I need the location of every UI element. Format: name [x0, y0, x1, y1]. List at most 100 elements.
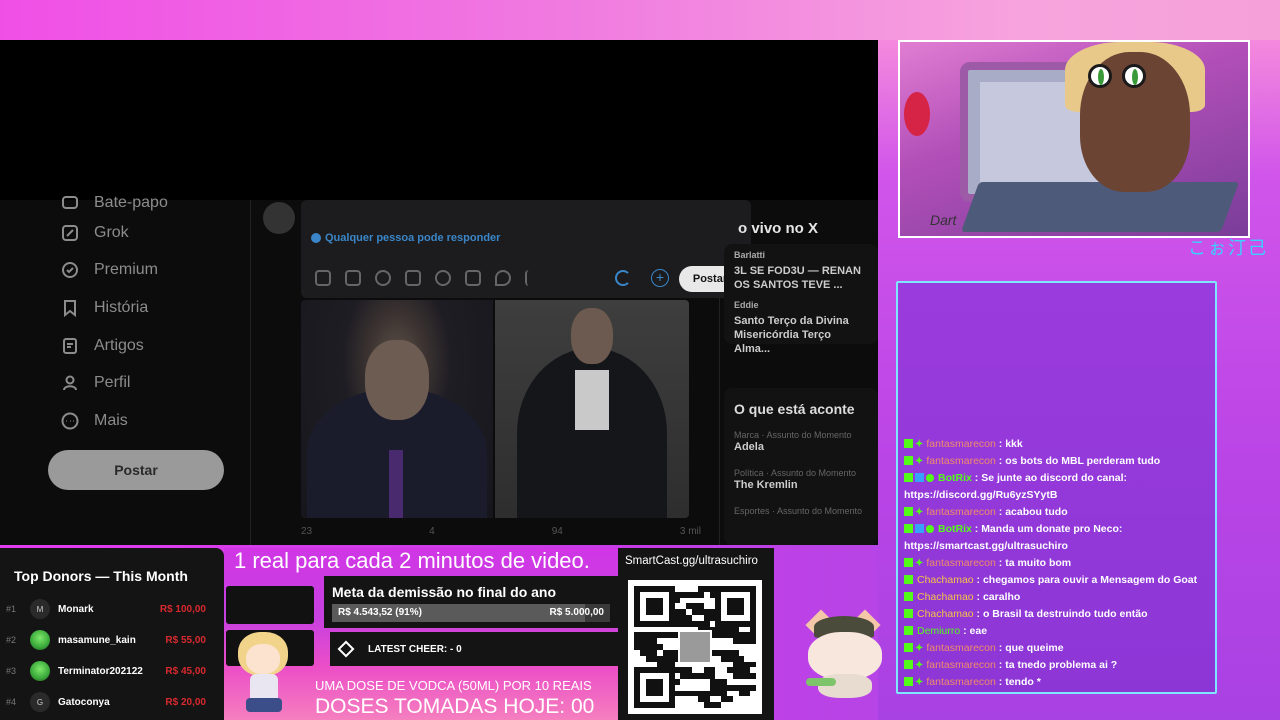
emoji-icon[interactable]	[435, 270, 451, 286]
donor-amount: R$ 20,00	[165, 696, 206, 708]
chat-message: ✦ fantasmarecon : ta muito bom	[904, 555, 1209, 572]
live-user: Barlatti	[734, 250, 766, 260]
cat-face	[808, 632, 882, 680]
signature-text: Dart	[930, 212, 957, 228]
flag-icon[interactable]	[525, 270, 541, 286]
goal-title: Meta da demissão no final do ano	[332, 584, 557, 600]
chat-separator: :	[995, 438, 1006, 450]
chat-separator: :	[960, 625, 970, 637]
location-icon[interactable]	[495, 270, 511, 286]
donor-rank: #3	[6, 666, 17, 676]
chat-message: BotRix : Manda um donate pro Neco: https…	[904, 521, 1209, 555]
chat-username[interactable]: Chachamao	[917, 591, 974, 603]
chat-separator: :	[995, 676, 1006, 688]
poll-icon[interactable]	[405, 270, 421, 286]
chat-text: acabou tudo	[1005, 506, 1068, 518]
chat-username[interactable]: Chachamao	[917, 608, 974, 620]
donor-row: #3 Terminator202122 R$ 45,00	[6, 658, 206, 684]
chat-message: ✦ fantasmarecon : acabou tudo	[904, 504, 1209, 521]
chat-username[interactable]: fantasmarecon	[926, 455, 995, 467]
sparkle-badge-icon: ✦	[915, 558, 924, 569]
trending-title: O que está aconte	[734, 401, 855, 417]
chat-username[interactable]: BotRix	[938, 472, 972, 484]
post-button[interactable]: Postar	[48, 449, 224, 490]
suited-man-head	[365, 340, 429, 420]
kick-badge-icon	[904, 575, 913, 584]
gif-icon[interactable]	[345, 270, 361, 286]
latest-cheer-label: LATEST CHEER: - 0	[368, 643, 462, 655]
chat-username[interactable]: Demiurro	[917, 625, 960, 637]
post-image-left[interactable]	[301, 300, 493, 518]
avatar[interactable]	[263, 202, 295, 234]
qr-module	[750, 702, 756, 708]
captured-screen: Bate-papo Grok Premium História Artigos …	[0, 40, 878, 545]
reply-audience[interactable]: Qualquer pessoa pode responder	[311, 232, 500, 244]
chat-separator: :	[995, 557, 1006, 569]
chat-icon	[62, 196, 78, 209]
nav-item-history[interactable]: História	[48, 289, 248, 327]
kick-badge-icon	[904, 473, 913, 482]
repost-count[interactable]: 4	[429, 526, 435, 537]
chat-username[interactable]: BotRix	[938, 523, 972, 535]
chat-message: ✦ fantasmarecon : os bots do MBL perderam…	[904, 453, 1209, 470]
grok-icon[interactable]	[375, 270, 391, 286]
kick-badge-icon	[904, 524, 913, 533]
white-shirt	[575, 370, 609, 430]
chat-username[interactable]: fantasmarecon	[926, 557, 995, 569]
chat-separator: :	[973, 591, 983, 603]
donor-rank: #2	[6, 635, 17, 645]
kick-badge-icon	[904, 558, 913, 567]
views-count[interactable]: 3 mil	[680, 526, 701, 537]
nav-item-more[interactable]: Mais	[48, 402, 248, 440]
goal-widget: Meta da demissão no final do ano R$ 4.54…	[324, 576, 620, 628]
bookmark-icon	[64, 299, 76, 318]
schedule-icon[interactable]	[465, 270, 481, 286]
post-actions: 23 4 94 3 mil	[301, 526, 701, 537]
sparkle-badge-icon: ✦	[915, 439, 924, 450]
trend-name[interactable]: Adela	[734, 440, 868, 454]
add-post-icon[interactable]: +	[651, 269, 669, 287]
donor-name: Monark	[58, 603, 94, 615]
reply-count[interactable]: 23	[301, 526, 312, 537]
x-right-sidebar: o vivo no X Barlatti 3L SE FOD3U — RENAN…	[724, 200, 878, 545]
chat-username[interactable]: fantasmarecon	[926, 642, 995, 654]
latest-cheer: LATEST CHEER: - 0	[330, 632, 620, 666]
chat-username[interactable]: fantasmarecon	[926, 659, 995, 671]
donor-amount: R$ 55,00	[165, 634, 206, 646]
sparkle-badge-icon: ✦	[915, 507, 924, 518]
image-icon[interactable]	[315, 270, 331, 286]
kick-badge-icon	[904, 660, 913, 669]
nav-item-profile[interactable]: Perfil	[48, 364, 248, 402]
eddie-user: Eddie	[734, 300, 759, 310]
x-sidebar-nav: Bate-papo Grok Premium História Artigos …	[48, 194, 248, 490]
like-count[interactable]: 94	[552, 526, 563, 537]
chat-message: Chachamao : o Brasil ta destruindo tudo …	[904, 606, 1209, 623]
chat-separator: :	[995, 506, 1006, 518]
chat-message: ✦ fantasmarecon : kkk	[904, 436, 1209, 453]
nav-item-premium[interactable]: Premium	[48, 252, 248, 290]
globe-icon	[311, 233, 321, 243]
chat-username[interactable]: Chachamao	[917, 574, 974, 586]
reply-composer[interactable]: Qualquer pessoa pode responder + Postar	[301, 200, 751, 298]
kick-badge-icon	[904, 643, 913, 652]
trend-name[interactable]: The Kremlin	[734, 478, 868, 492]
nav-item-grok[interactable]: Grok	[48, 214, 248, 252]
qr-center-logo	[678, 630, 712, 664]
chat-username[interactable]: fantasmarecon	[926, 506, 995, 518]
more-circle-icon	[61, 412, 79, 430]
post-image-right[interactable]	[495, 300, 689, 518]
cartoon-eye	[1088, 64, 1112, 88]
keyboard-illustration	[960, 182, 1240, 232]
chat-username[interactable]: fantasmarecon	[926, 438, 995, 450]
trend-meta: Esportes · Assunto do Momento	[734, 506, 863, 516]
mascot-skirt	[246, 698, 282, 712]
live-card[interactable]: Barlatti 3L SE FOD3U — RENAN OS SANTOS T…	[724, 244, 878, 355]
kick-badge-icon	[904, 439, 913, 448]
nav-item-chat[interactable]: Bate-papo	[48, 192, 248, 214]
mascot-face	[246, 644, 280, 674]
cat-mascot	[800, 609, 890, 702]
chat-username[interactable]: fantasmarecon	[926, 676, 995, 688]
avatar: M	[30, 599, 50, 619]
qr-code[interactable]	[628, 580, 762, 714]
nav-item-articles[interactable]: Artigos	[48, 327, 248, 365]
